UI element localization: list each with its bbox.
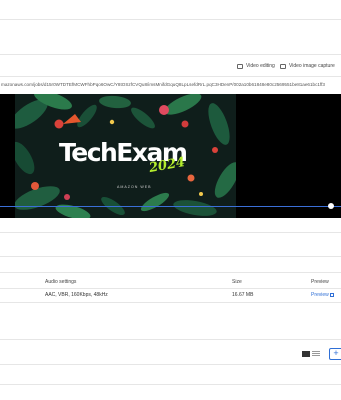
divider	[0, 232, 341, 233]
list-view-icon[interactable]	[312, 351, 320, 357]
preview-link[interactable]: Preview	[311, 292, 334, 298]
table-row: AAC, VBR, 160Kbps, 48kHz 16.67 MB Previe…	[0, 289, 341, 301]
divider	[0, 19, 341, 20]
divider	[0, 339, 341, 340]
video-edit-icon	[237, 63, 243, 69]
audio-settings-cell: AAC, VBR, 160Kbps, 48kHz	[45, 292, 108, 298]
video-image-capture-label: Video image capture	[289, 63, 335, 69]
divider	[0, 364, 341, 365]
size-cell: 16.67 MB	[232, 292, 254, 298]
divider	[0, 76, 341, 77]
video-image-capture-button[interactable]: Video image capture	[280, 63, 335, 69]
video-url: mazonaws.com/jobs/d15r0WTDTEfMCWFhbPqo6O…	[1, 82, 325, 87]
add-button[interactable]: +	[329, 348, 341, 360]
video-progress-bar[interactable]	[0, 206, 341, 207]
divider	[0, 272, 341, 273]
table-header: Audio settings Size Preview	[0, 276, 341, 288]
column-header-preview: Preview	[311, 279, 329, 285]
video-progress-handle[interactable]	[328, 203, 334, 209]
view-toggle	[302, 351, 320, 357]
divider	[0, 256, 341, 257]
preview-link-label: Preview	[311, 292, 329, 298]
external-link-icon	[329, 292, 334, 297]
camera-icon	[280, 63, 286, 69]
divider	[0, 384, 341, 385]
column-header-audio-settings: Audio settings	[45, 279, 77, 285]
video-poster: TechExam 2024 AMAZON WEB	[15, 94, 236, 218]
divider	[0, 54, 341, 55]
video-toolbar: Video editing Video image capture	[0, 60, 341, 76]
divider	[0, 302, 341, 303]
poster-brand: AMAZON WEB	[117, 185, 152, 189]
video-player[interactable]: TechExam 2024 AMAZON WEB	[0, 94, 341, 218]
column-header-size: Size	[232, 279, 242, 285]
video-editing-label: Video editing	[246, 63, 275, 69]
grid-view-icon[interactable]	[302, 351, 310, 357]
video-editing-button[interactable]: Video editing	[237, 63, 275, 69]
